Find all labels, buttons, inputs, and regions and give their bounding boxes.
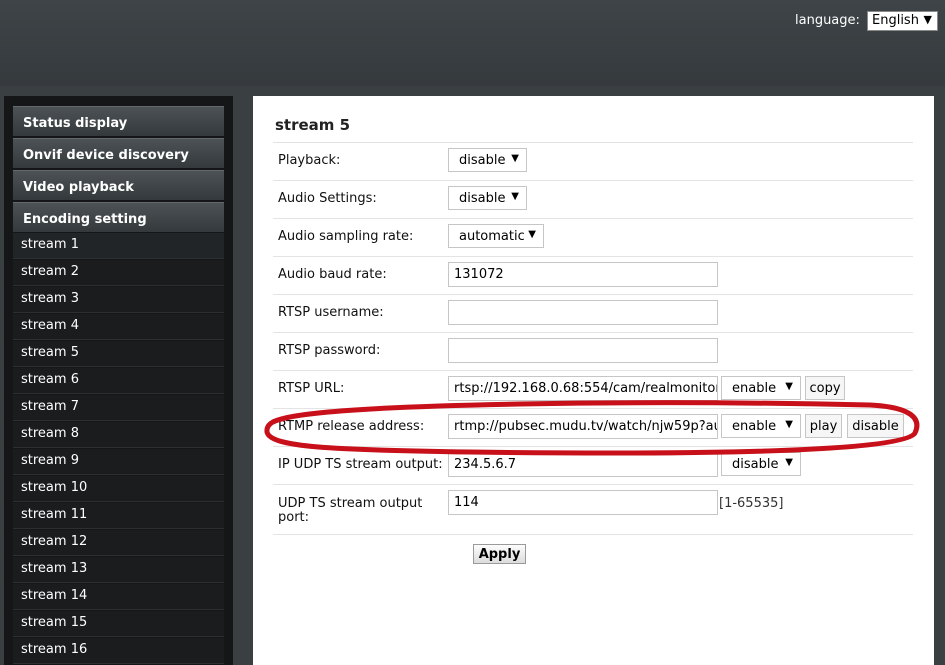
sidebar-item-stream-14[interactable]: stream 14 xyxy=(13,584,224,610)
audio-baud-label: Audio baud rate: xyxy=(278,267,387,282)
sidebar-item-stream-8[interactable]: stream 8 xyxy=(13,422,224,448)
row-rtsp-url: RTSP URL: rtsp://192.168.0.68:554/cam/re… xyxy=(273,371,913,409)
row-udp-output: IP UDP TS stream output: 234.5.6.7 disab… xyxy=(273,447,913,485)
row-rtmp-address: RTMP release address: rtmp://pubsec.mudu… xyxy=(273,409,913,447)
language-select[interactable]: English ▼ xyxy=(867,11,938,31)
sidebar-item-stream-9[interactable]: stream 9 xyxy=(13,449,224,475)
rtsp-username-input[interactable] xyxy=(448,300,718,325)
rtmp-address-label: RTMP release address: xyxy=(278,419,425,434)
sidebar-item-stream-10[interactable]: stream 10 xyxy=(13,476,224,502)
audio-sampling-value: automatic xyxy=(459,229,525,244)
sidebar-item-stream-6[interactable]: stream 6 xyxy=(13,368,224,394)
disable-button[interactable]: disable xyxy=(847,414,904,438)
chevron-down-icon: ▼ xyxy=(511,153,519,164)
settings-panel: stream 5 Playback: disable ▼ Audio Settin… xyxy=(253,96,934,665)
row-playback: Playback: disable ▼ xyxy=(273,143,913,181)
udp-output-select-value: disable xyxy=(732,457,779,472)
rtsp-password-label: RTSP password: xyxy=(278,343,381,358)
playback-select[interactable]: disable ▼ xyxy=(448,148,527,172)
rtsp-url-select-value: enable xyxy=(732,381,777,396)
sidebar-item-stream-7[interactable]: stream 7 xyxy=(13,395,224,421)
sidebar-item-stream-1[interactable]: stream 1 xyxy=(13,233,224,259)
chevron-down-icon: ▼ xyxy=(511,191,519,202)
apply-button[interactable]: Apply xyxy=(473,544,526,564)
row-audio-sampling: Audio sampling rate: automatic ▼ xyxy=(273,219,913,257)
language-value: English xyxy=(872,13,919,28)
page-title: stream 5 xyxy=(275,116,351,134)
udp-port-label: UDP TS stream output port: xyxy=(278,496,423,525)
chevron-down-icon: ▼ xyxy=(785,457,793,468)
sidebar-item-stream-4[interactable]: stream 4 xyxy=(13,314,224,340)
language-label: language: xyxy=(795,13,860,28)
row-rtsp-username: RTSP username: xyxy=(273,295,913,333)
menu-status-display[interactable]: Status display xyxy=(13,106,224,136)
sidebar-item-stream-3[interactable]: stream 3 xyxy=(13,287,224,313)
row-udp-port: UDP TS stream output port: 114 [1-65535] xyxy=(273,485,913,535)
rtsp-password-input[interactable] xyxy=(448,338,718,363)
audio-settings-value: disable xyxy=(459,191,506,206)
audio-settings-label: Audio Settings: xyxy=(278,191,377,206)
row-audio-baud: Audio baud rate: 131072 xyxy=(273,257,913,295)
udp-port-input[interactable]: 114 xyxy=(448,490,718,515)
udp-output-input[interactable]: 234.5.6.7 xyxy=(448,452,718,477)
sidebar-item-stream-11[interactable]: stream 11 xyxy=(13,503,224,529)
audio-baud-input[interactable]: 131072 xyxy=(448,262,718,287)
audio-sampling-label: Audio sampling rate: xyxy=(278,229,414,244)
copy-button[interactable]: copy xyxy=(805,376,845,400)
udp-output-select[interactable]: disable ▼ xyxy=(721,452,801,476)
rtsp-url-select[interactable]: enable ▼ xyxy=(721,376,801,400)
rtsp-url-input[interactable]: rtsp://192.168.0.68:554/cam/realmonitor xyxy=(448,376,718,401)
play-button[interactable]: play xyxy=(805,414,842,438)
chevron-down-icon: ▼ xyxy=(785,381,793,392)
rtsp-url-label: RTSP URL: xyxy=(278,381,345,396)
audio-settings-select[interactable]: disable ▼ xyxy=(448,186,527,210)
menu-encoding-setting[interactable]: Encoding setting xyxy=(13,202,224,232)
top-bar: language: English ▼ xyxy=(0,0,945,86)
sidebar: Status display Onvif device discovery Vi… xyxy=(4,96,233,665)
rtmp-select[interactable]: enable ▼ xyxy=(721,414,801,438)
udp-output-label: IP UDP TS stream output: xyxy=(278,457,443,472)
chevron-down-icon: ▼ xyxy=(528,229,536,240)
udp-port-range: [1-65535] xyxy=(719,496,784,511)
audio-sampling-select[interactable]: automatic ▼ xyxy=(448,224,544,248)
chevron-down-icon: ▼ xyxy=(785,419,793,430)
sidebar-item-stream-12[interactable]: stream 12 xyxy=(13,530,224,556)
rtsp-username-label: RTSP username: xyxy=(278,305,384,320)
sidebar-item-stream-16[interactable]: stream 16 xyxy=(13,638,224,664)
sidebar-item-stream-13[interactable]: stream 13 xyxy=(13,557,224,583)
playback-value: disable xyxy=(459,153,506,168)
menu-onvif-discovery[interactable]: Onvif device discovery xyxy=(13,138,224,168)
row-audio-settings: Audio Settings: disable ▼ xyxy=(273,181,913,219)
row-rtsp-password: RTSP password: xyxy=(273,333,913,371)
chevron-down-icon: ▼ xyxy=(923,13,932,26)
sidebar-item-stream-5[interactable]: stream 5 xyxy=(13,341,224,367)
rtmp-select-value: enable xyxy=(732,419,777,434)
rtmp-address-input[interactable]: rtmp://pubsec.mudu.tv/watch/njw59p?au xyxy=(448,414,718,439)
sidebar-item-stream-15[interactable]: stream 15 xyxy=(13,611,224,637)
sidebar-item-stream-2[interactable]: stream 2 xyxy=(13,260,224,286)
menu-video-playback[interactable]: Video playback xyxy=(13,170,224,200)
playback-label: Playback: xyxy=(278,153,341,168)
